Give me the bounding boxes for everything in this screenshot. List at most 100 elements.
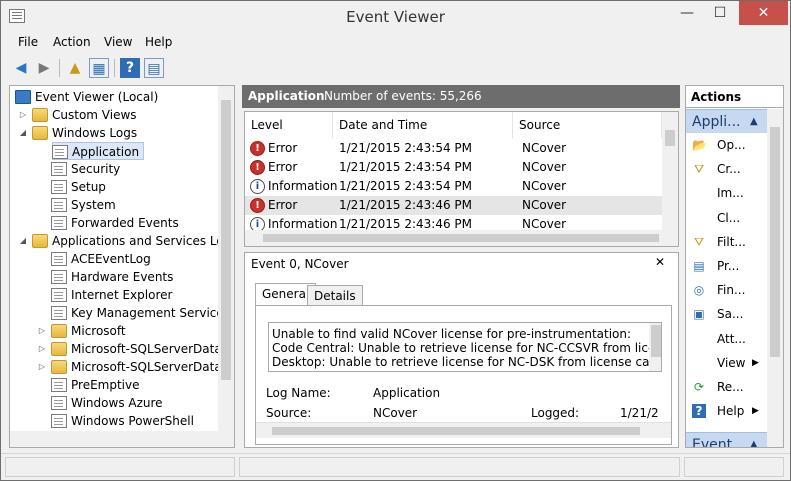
collapse-arrow-icon: ▲ [750, 116, 758, 127]
action-item[interactable]: Cl... [686, 206, 767, 230]
list-vertical-scrollbar[interactable] [662, 112, 678, 230]
folder-icon [51, 342, 67, 356]
detail-close-icon[interactable]: ✕ [655, 255, 665, 269]
tree-item[interactable]: Windows PowerShell [10, 412, 216, 430]
back-arrow-icon[interactable]: ◀ [11, 58, 31, 78]
minimize-button[interactable]: — [671, 1, 703, 25]
logged-label: Logged: [531, 406, 580, 420]
table-row[interactable]: ! Error 1/21/2015 2:43:54 PM NCover [245, 139, 662, 158]
source-label: Source: [266, 406, 312, 420]
tree-scroll-thumb[interactable] [221, 100, 231, 380]
tree-item[interactable]: Application [52, 142, 144, 160]
tree-item[interactable]: System [10, 196, 216, 214]
monitor-icon [15, 90, 31, 104]
tree-item[interactable]: Setup [10, 178, 216, 196]
folder-icon [51, 324, 67, 338]
actions-scrollbar[interactable] [767, 109, 783, 447]
message-line: Desktop: Unable to retrieve license for … [272, 355, 662, 369]
action-icon: ⛛ [693, 162, 705, 177]
menu-view[interactable]: View [104, 35, 132, 49]
action-label: Im... [717, 186, 744, 201]
tree-item[interactable]: PreEmptive [10, 376, 216, 394]
expand-arrow-icon[interactable]: ▷ [37, 322, 47, 340]
tree-item[interactable]: Hardware Events [10, 268, 216, 286]
tree-item[interactable]: Security [10, 160, 216, 178]
tree-item-label: Internet Explorer [71, 288, 173, 302]
up-folder-icon[interactable]: ▲ [65, 58, 85, 78]
message-scroll-thumb[interactable] [651, 325, 661, 357]
action-item[interactable]: Im... [686, 181, 767, 205]
section-label: Event ... [692, 437, 750, 448]
action-item[interactable]: Att... [686, 327, 767, 351]
tree-item[interactable]: Internet Explorer [10, 286, 216, 304]
column-date-time[interactable]: Date and Time [333, 112, 513, 138]
tree-item[interactable]: ◢ Applications and Services Logs [10, 232, 234, 250]
action-item[interactable]: ▤ Pr... [686, 254, 767, 278]
action-item[interactable]: View ▶ [686, 351, 767, 375]
log-icon [51, 216, 67, 230]
collapse-arrow-icon[interactable]: ◢ [18, 232, 28, 250]
tree-item[interactable]: ▷ Microsoft-SQLServerDataTc [10, 358, 234, 376]
tree-item[interactable]: ▷ Microsoft [10, 322, 216, 340]
message-scrollbar[interactable] [649, 323, 661, 371]
action-label: View [717, 355, 746, 370]
menu-bar: File Action View Help [1, 32, 790, 52]
menu-help[interactable]: Help [145, 35, 172, 49]
tree-item[interactable]: Event Viewer (Local) [10, 88, 216, 106]
actions-scroll-thumb[interactable] [770, 127, 780, 357]
tree-horizontal-scrollbar[interactable] [10, 431, 234, 447]
expand-arrow-icon[interactable]: ▷ [37, 340, 47, 358]
close-window-button[interactable]: ✕ [739, 1, 788, 25]
list-horizontal-scrollbar[interactable] [245, 230, 678, 246]
table-row[interactable]: ! Error 1/21/2015 2:43:54 PM NCover [245, 158, 662, 177]
actions-section-event[interactable]: Event ... ▲ [686, 432, 767, 448]
collapse-arrow-icon[interactable]: ◢ [18, 124, 28, 142]
tree-item[interactable]: Key Management Service [10, 304, 224, 322]
help-icon[interactable]: ? [120, 58, 140, 78]
tree-item[interactable]: ▷ Microsoft-SQLServerDataTc [10, 340, 234, 358]
tree-item[interactable]: Windows Azure [10, 394, 216, 412]
action-item[interactable]: ▣ Sa... [686, 302, 767, 326]
tree-vertical-scrollbar[interactable] [218, 86, 234, 431]
maximize-button[interactable]: ☐ [704, 1, 736, 25]
error-icon: ! [250, 160, 265, 175]
detail-horizontal-scrollbar[interactable] [256, 422, 671, 438]
list-scroll-thumb[interactable] [665, 130, 675, 146]
action-item[interactable]: ⛛ Filt... [686, 230, 767, 254]
information-icon: i [250, 179, 265, 194]
expand-arrow-icon[interactable]: ▷ [18, 106, 28, 124]
tab-details[interactable]: Details [307, 285, 363, 305]
menu-file[interactable]: File [18, 35, 38, 49]
action-item[interactable]: ? Help ▶ [686, 399, 767, 423]
menu-action[interactable]: Action [53, 35, 91, 49]
tree-item-label: System [71, 198, 116, 212]
table-row[interactable]: ! Error 1/21/2015 2:43:46 PM NCover [245, 196, 662, 215]
tree-item[interactable]: ACEEventLog [10, 250, 216, 268]
show-hide-tree-icon[interactable]: ▦ [89, 58, 109, 78]
column-source[interactable]: Source [513, 112, 662, 138]
folder-icon [51, 360, 67, 374]
action-icon: ? [692, 404, 706, 419]
expand-arrow-icon[interactable]: ▷ [37, 358, 47, 376]
log-name-label: Log Name: [266, 386, 331, 400]
detail-hscroll-thumb[interactable] [272, 427, 640, 435]
action-icon: 📂 [692, 138, 707, 152]
action-item[interactable]: ◎ Fin... [686, 278, 767, 302]
tree-item[interactable]: ◢ Windows Logs [10, 124, 216, 142]
action-item[interactable]: ⟳ Re... [686, 375, 767, 399]
log-icon [51, 378, 67, 392]
table-row[interactable]: i Information 1/21/2015 2:43:54 PM NCover [245, 177, 662, 196]
cell-date: 1/21/2015 2:43:46 PM [339, 198, 473, 212]
forward-arrow-icon[interactable]: ▶ [34, 58, 54, 78]
toolbar-separator [59, 59, 60, 77]
properties-icon[interactable]: ▤ [144, 58, 164, 78]
actions-section-application[interactable]: Appli... ▲ [686, 109, 767, 133]
list-hscroll-thumb[interactable] [263, 234, 659, 242]
tree-item[interactable]: ▷ Custom Views [10, 106, 216, 124]
tree-item[interactable]: Forwarded Events [10, 214, 216, 232]
action-item[interactable]: ⛛ Cr... [686, 157, 767, 181]
column-level[interactable]: Level [245, 112, 333, 138]
status-cell [684, 457, 784, 477]
action-item[interactable]: 📂 Op... [686, 133, 767, 157]
action-icon: ⟳ [693, 380, 705, 394]
